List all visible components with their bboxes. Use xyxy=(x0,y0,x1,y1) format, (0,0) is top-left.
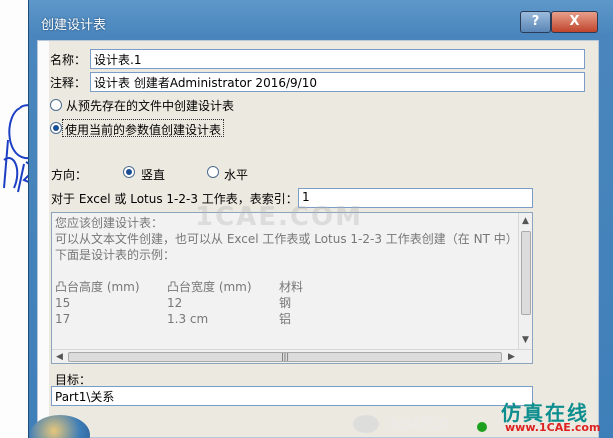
help-button[interactable]: ? xyxy=(520,11,551,33)
wechat-icon xyxy=(353,415,379,433)
watermark-url: www.1CAE.com xyxy=(505,421,601,434)
horizontal-scrollbar[interactable]: ◀ ||| ▶ xyxy=(52,349,532,363)
watermark-account: 3d绘图的 xyxy=(389,417,449,433)
close-icon: X xyxy=(569,14,580,29)
scroll-left-icon[interactable]: ◀ xyxy=(56,352,63,362)
example-cell: 铝 xyxy=(279,312,292,326)
close-button[interactable]: X xyxy=(551,11,598,33)
name-input[interactable]: 设计表.1 xyxy=(90,49,585,69)
radio-current-params-label[interactable]: 使用当前的参数值创建设计表 xyxy=(65,121,221,138)
radio-vertical-label[interactable]: 竖直 xyxy=(141,166,165,183)
name-label: 名称： xyxy=(50,53,87,67)
radio-horizontal[interactable] xyxy=(207,166,219,178)
radio-current-params[interactable] xyxy=(50,122,62,134)
help-icon: ? xyxy=(531,14,540,29)
client-margin xyxy=(38,41,49,438)
example-line: 下面是设计表的示例： xyxy=(55,248,176,262)
radio-existing-file-label[interactable]: 从预先存在的文件中创建设计表 xyxy=(66,97,234,114)
example-line: 可以从文本文件创建，也可以从 Excel 工作表或 Lotus 1-2-3 工作… xyxy=(55,232,518,246)
example-table-row: 17 1.3 cm 铝 xyxy=(55,311,518,327)
example-cell: 1.3 cm xyxy=(167,312,209,326)
vertical-scrollbar[interactable]: ▲ ▼ xyxy=(518,213,532,349)
example-cell: 钢 xyxy=(279,296,292,310)
example-table-header: 凸台高度 (mm) 凸台宽度 (mm) 材料 xyxy=(55,279,518,295)
window-title: 创建设计表 xyxy=(41,18,107,33)
scroll-down-icon[interactable]: ▼ xyxy=(522,335,529,345)
example-textarea[interactable]: 您应该创建设计表： 可以从文本文件创建，也可以从 Excel 工作表或 Lotu… xyxy=(51,212,533,364)
orientation-label: 方向： xyxy=(51,168,88,182)
comment-input[interactable]: 设计表 创建者Administrator 2016/9/10 xyxy=(90,72,585,92)
comment-label: 注释： xyxy=(50,76,87,90)
example-cell: 12 xyxy=(167,296,183,310)
radio-vertical[interactable] xyxy=(123,166,135,178)
target-input[interactable]: Part1\关系 xyxy=(51,386,533,406)
example-cell: 17 xyxy=(55,312,71,326)
scroll-right-icon[interactable]: ▶ xyxy=(508,352,515,362)
horizontal-scroll-thumb[interactable]: ||| xyxy=(68,352,502,362)
scroll-grip-icon: ||| xyxy=(280,352,290,361)
example-col-header: 凸台宽度 (mm) xyxy=(167,280,252,294)
example-table-row: 15 12 钢 xyxy=(55,295,518,311)
example-col-header: 凸台高度 (mm) xyxy=(55,280,140,294)
example-col-header: 材料 xyxy=(279,280,304,294)
example-blank xyxy=(55,263,518,279)
radio-existing-file[interactable] xyxy=(50,99,62,111)
scroll-up-icon[interactable]: ▲ xyxy=(522,216,529,226)
vertical-scroll-thumb[interactable] xyxy=(521,231,531,315)
radio-horizontal-label[interactable]: 水平 xyxy=(224,166,248,183)
watermark-site: 1CAE.COM xyxy=(195,202,363,232)
example-cell: 15 xyxy=(55,296,71,310)
background-left xyxy=(0,0,58,438)
status-dot-icon xyxy=(477,422,487,432)
